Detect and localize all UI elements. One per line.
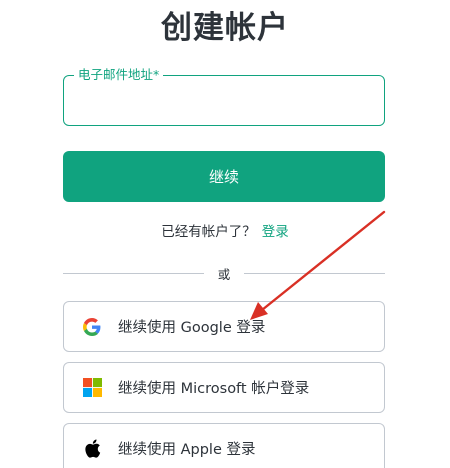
microsoft-icon	[82, 378, 102, 398]
continue-with-google-button[interactable]: 继续使用 Google 登录	[63, 301, 385, 352]
continue-button[interactable]: 继续	[63, 151, 385, 202]
divider-line-left	[63, 272, 204, 274]
login-link[interactable]: 登录	[262, 224, 289, 240]
login-prompt-text: 已经有帐户了？	[161, 224, 256, 240]
divider-line-right	[244, 272, 386, 274]
microsoft-button-label: 继续使用 Microsoft 帐户登录	[118, 381, 310, 397]
login-prompt: 已经有帐户了？ 登录	[0, 220, 450, 240]
page-title: 创建帐户	[161, 10, 289, 46]
email-input[interactable]	[76, 86, 372, 116]
apple-icon	[82, 439, 102, 459]
google-button-label: 继续使用 Google 登录	[118, 320, 266, 336]
email-field[interactable]: 电子邮件地址*	[63, 67, 385, 126]
google-icon	[82, 317, 102, 337]
apple-button-label: 继续使用 Apple 登录	[118, 442, 256, 458]
create-account-page: 创建帐户 电子邮件地址* 继续 已经有帐户了？ 登录 或 继续使用 Google …	[0, 0, 450, 468]
or-divider: 或	[63, 264, 386, 282]
continue-with-apple-button[interactable]: 继续使用 Apple 登录	[63, 423, 385, 468]
continue-with-microsoft-button[interactable]: 继续使用 Microsoft 帐户登录	[63, 362, 385, 413]
divider-text: 或	[217, 266, 231, 282]
email-field-label: 电子邮件地址*	[74, 67, 164, 83]
